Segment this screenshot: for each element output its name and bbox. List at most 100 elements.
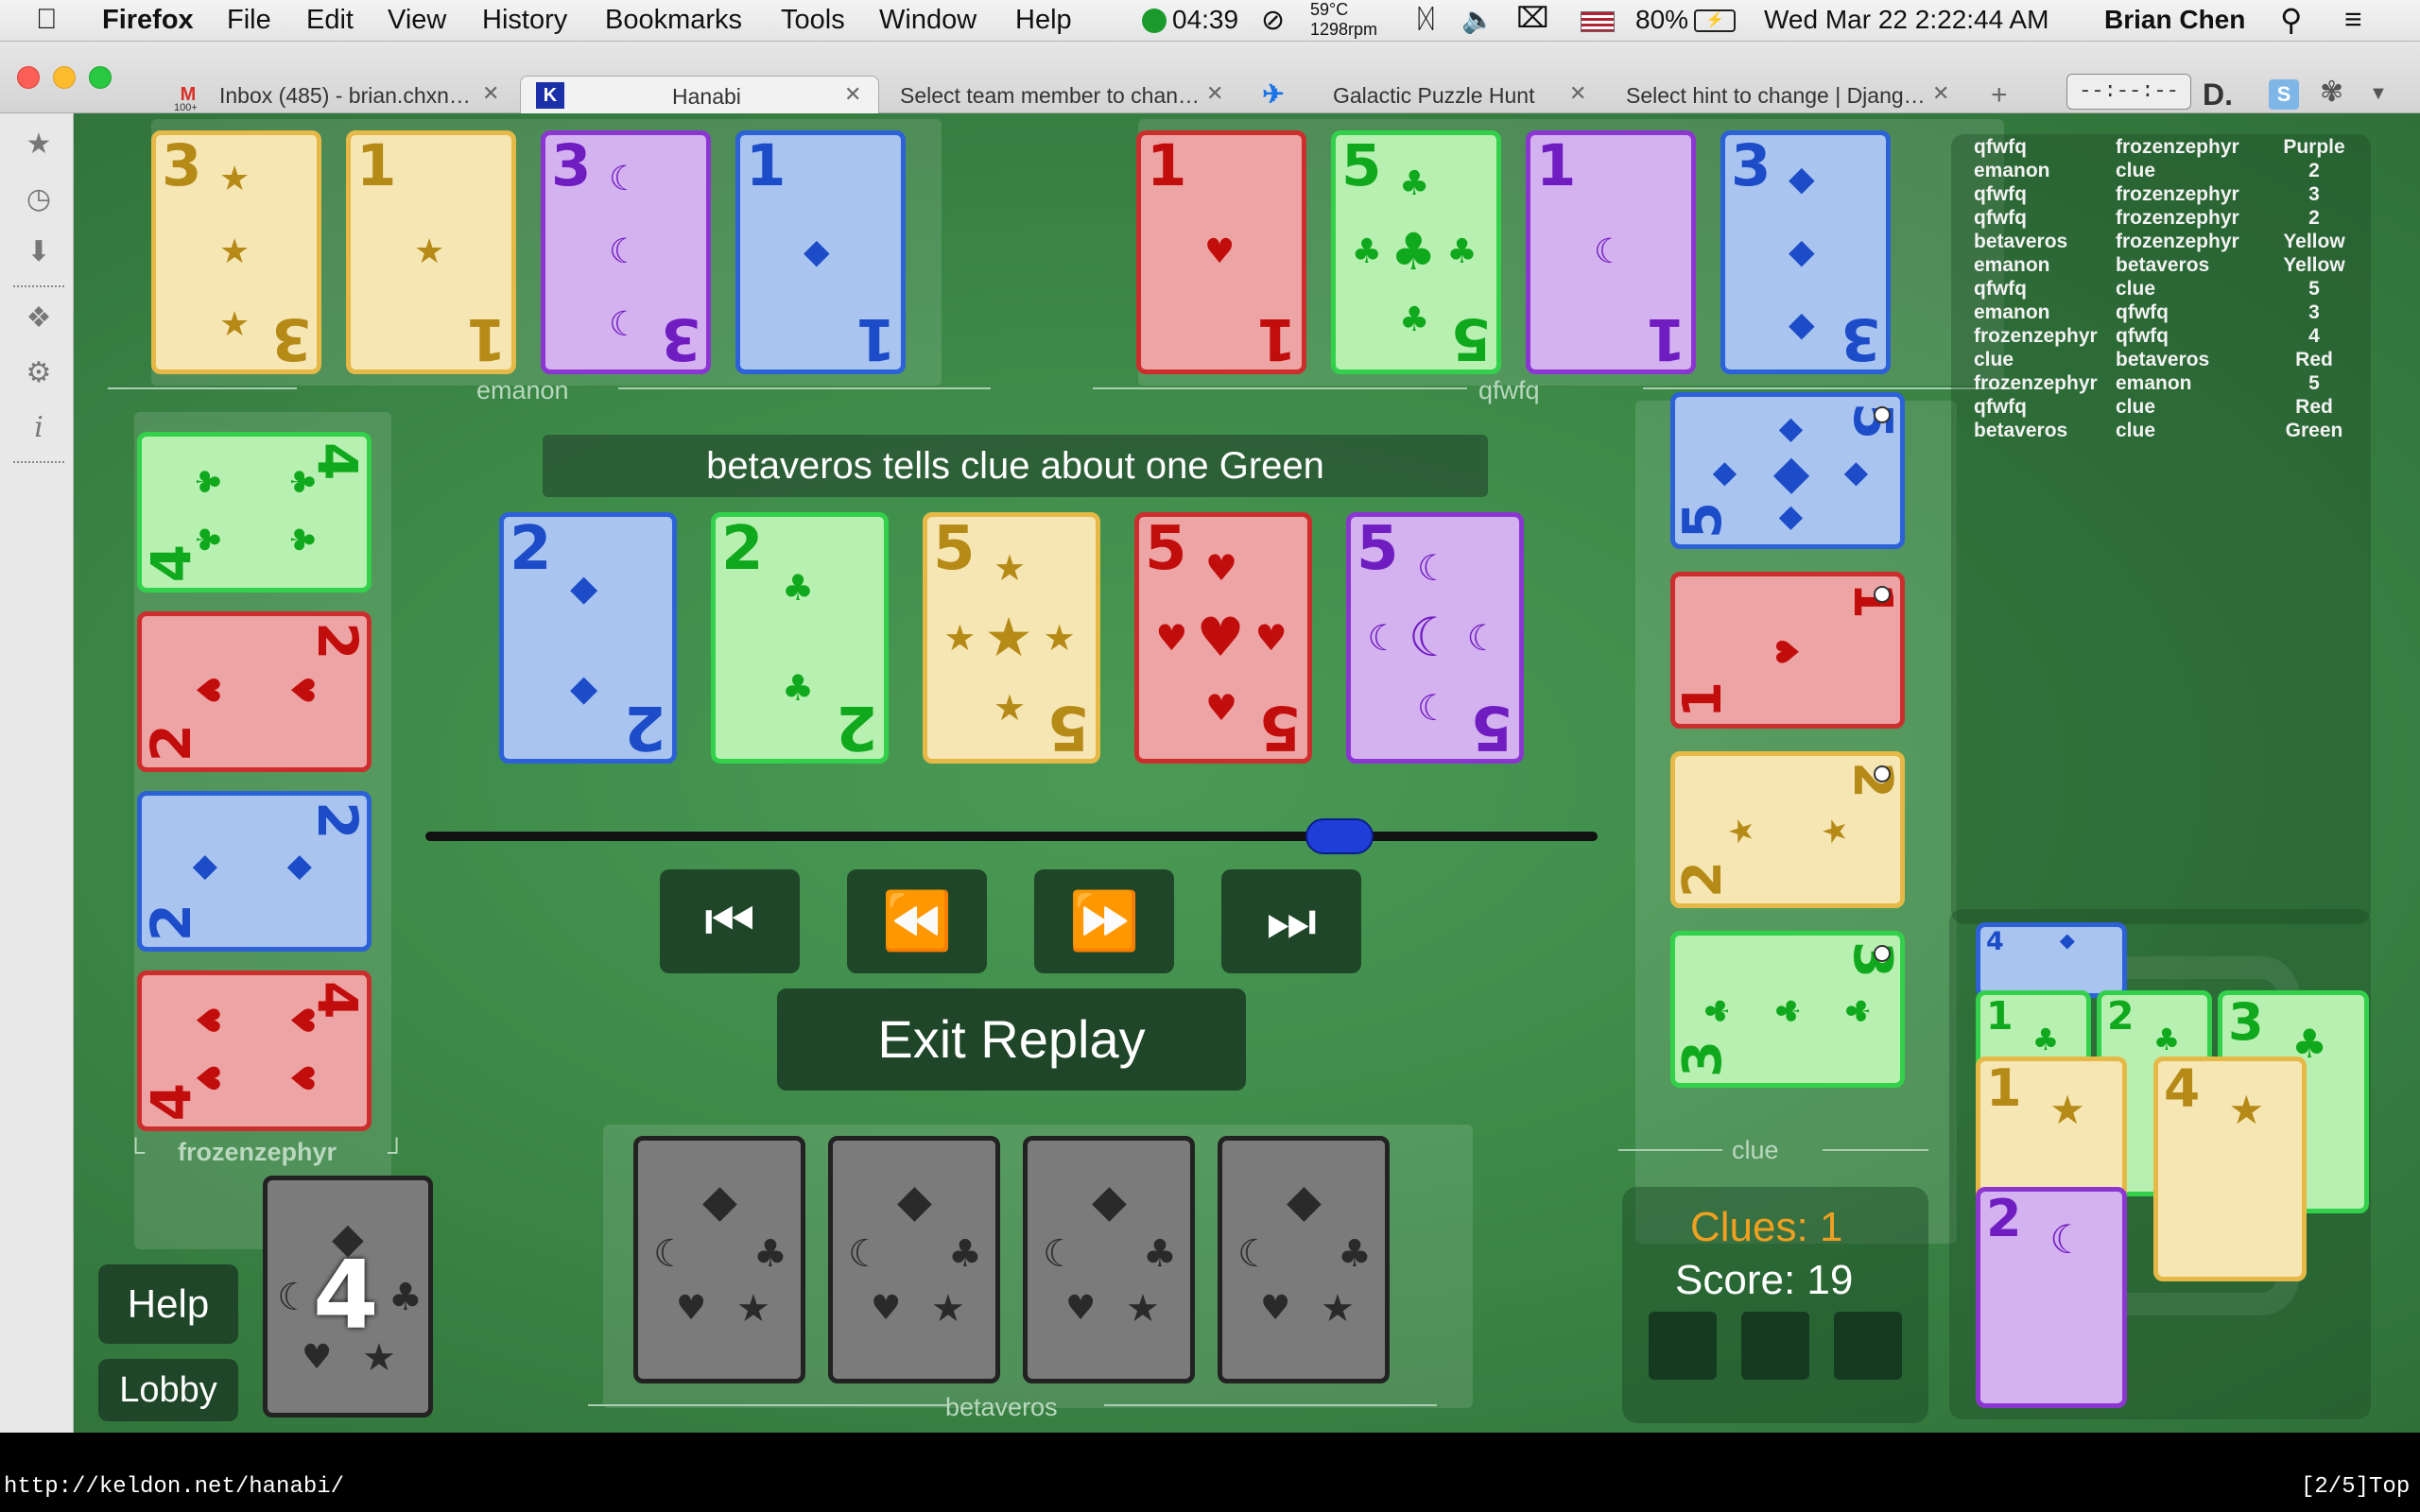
close-tab-icon[interactable]: ✕ <box>844 82 861 107</box>
menu-tools[interactable]: Tools <box>781 5 845 36</box>
step-back-button[interactable]: ⏪ <box>847 869 987 973</box>
spotlight-icon[interactable]: ⚲ <box>2280 2 2302 38</box>
hidden-card[interactable]: ◆ ☾ ♣ ♥ ★ <box>1023 1136 1195 1383</box>
replay-slider-knob[interactable] <box>1305 818 1374 854</box>
info-icon[interactable]: i <box>23 412 55 444</box>
hidden-card[interactable]: ◆ ☾ ♣ ♥ ★ <box>1218 1136 1390 1383</box>
extension-s-icon[interactable]: S <box>2269 79 2299 110</box>
hidden-card[interactable]: ◆ ☾ ♣ ♥ ★ <box>633 1136 805 1383</box>
apple-icon[interactable]:  <box>36 4 58 36</box>
tab-select-team-member[interactable]: Select team member to chan… ✕ <box>889 76 1238 113</box>
close-window-button[interactable] <box>17 66 40 89</box>
history-icon[interactable]: ◷ <box>23 183 55 215</box>
minimize-window-button[interactable] <box>53 66 76 89</box>
card-blue-2[interactable]: 2 2 ◆ ◆ <box>499 512 677 764</box>
card-yellow-2[interactable]: 2 2 ★ ★ <box>1670 751 1905 908</box>
star-icon: ★ <box>414 232 445 271</box>
tab-gmail[interactable]: M 100+ Inbox (485) - brian.chxn… ✕ <box>163 76 512 113</box>
toolbar-clock[interactable]: --:--:-- <box>2066 74 2191 110</box>
card-blue-5[interactable]: 5 5 ◆ ◆ ◆ ◆ ◆ <box>1670 392 1905 549</box>
card-yellow-1[interactable]: 1 1 ★ <box>346 130 516 374</box>
card-purple-3[interactable]: 3 3 ☾ ☾ ☾ <box>541 130 711 374</box>
timer-text[interactable]: 04:39 <box>1172 5 1238 35</box>
log-target: betaveros <box>2116 349 2210 370</box>
flag-icon[interactable] <box>1581 11 1615 32</box>
card-red-2[interactable]: 2 2 ♥ ♥ <box>137 611 372 772</box>
moon-icon: ☾ <box>1417 687 1450 730</box>
close-tab-icon[interactable]: ✕ <box>1569 81 1586 106</box>
card-purple-2[interactable]: 2 ☾ <box>1976 1187 2127 1408</box>
extension-d-icon[interactable]: D. <box>2203 77 2233 112</box>
chevron-down-icon[interactable]: ▼ <box>2369 83 2388 105</box>
card-purple-1[interactable]: 1 1 ☾ <box>1526 130 1696 374</box>
card-red-5[interactable]: 5 5 ♥ ♥ ♥ ♥ ♥ <box>1134 512 1312 764</box>
exit-replay-button[interactable]: Exit Replay <box>777 988 1246 1091</box>
settings-gear-icon[interactable]: ⚙ <box>23 357 55 389</box>
close-tab-icon[interactable]: ✕ <box>1206 81 1223 106</box>
notification-icon[interactable]: ≡ <box>2344 2 2362 37</box>
menu-file[interactable]: File <box>227 5 271 36</box>
card-rank: 2 <box>721 514 764 584</box>
card-green-5[interactable]: 5 5 ♣ ♣ ♣ ♣ ♣ <box>1331 130 1501 374</box>
close-tab-icon[interactable]: ✕ <box>1932 81 1949 106</box>
rewind-to-start-button[interactable]: ⏮ <box>660 869 800 973</box>
menu-bookmarks[interactable]: Bookmarks <box>605 5 742 36</box>
card-purple-5[interactable]: 5 5 ☾ ☾ ☾ ☾ ☾ <box>1346 512 1524 764</box>
menu-help[interactable]: Help <box>1015 5 1072 36</box>
bluetooth-icon[interactable]: ᛞ <box>1418 4 1434 34</box>
tab-label: Select team member to chan… <box>900 83 1201 108</box>
diamond-icon: ◆ <box>1703 462 1741 487</box>
extension-bug-icon[interactable]: ✾ <box>2320 76 2343 109</box>
tab-galactic-puzzle-hunt[interactable]: ✈ Galactic Puzzle Hunt ✕ <box>1248 76 1598 113</box>
user-name[interactable]: Brian Chen <box>2104 5 2245 35</box>
card-yellow-3[interactable]: 3 3 ★ ★ ★ <box>151 130 321 374</box>
card-blue-1[interactable]: 1 1 ◆ <box>735 130 906 374</box>
card-green-2[interactable]: 2 2 ♣ ♣ <box>711 512 889 764</box>
card-rank-inverted: 2 <box>624 692 666 762</box>
addons-icon[interactable]: ❖ <box>23 302 55 335</box>
new-tab-button[interactable]: + <box>1991 79 2008 112</box>
replay-slider[interactable] <box>425 818 1598 854</box>
card-red-4[interactable]: 4 4 ♥ ♥ ♥ ♥ <box>137 971 372 1131</box>
log-value: Yellow <box>2283 254 2345 276</box>
card-green-4[interactable]: 4 4 ♣ ♣ ♣ ♣ <box>137 432 372 593</box>
battery-text[interactable]: 80% <box>1635 5 1688 35</box>
tab-select-hint[interactable]: Select hint to change | Djang… ✕ <box>1607 76 1957 113</box>
battery-icon[interactable]: ⚡ <box>1694 9 1736 32</box>
card-green-3[interactable]: 3 3 ♣ ♣ ♣ <box>1670 931 1905 1088</box>
skip-to-end-button[interactable]: ⏭ <box>1221 869 1361 973</box>
datetime-text[interactable]: Wed Mar 22 2:22:44 AM <box>1764 5 2048 35</box>
menu-window[interactable]: Window <box>879 5 977 36</box>
zoom-window-button[interactable] <box>89 66 112 89</box>
wifi-icon[interactable]: ⌧ <box>1516 2 1549 35</box>
block-icon[interactable]: ⊘ <box>1261 4 1285 37</box>
menu-edit[interactable]: Edit <box>306 5 354 36</box>
log-row: clue betaveros Red <box>1974 349 2371 372</box>
card-rank: 1 <box>1986 993 2014 1039</box>
close-tab-icon[interactable]: ✕ <box>482 81 499 106</box>
step-forward-button[interactable]: ⏩ <box>1034 869 1174 973</box>
moon-icon: ☾ <box>1408 606 1457 669</box>
card-red-1[interactable]: 1 1 ♥ <box>1670 572 1905 729</box>
help-button[interactable]: Help <box>98 1264 238 1344</box>
card-yellow-5[interactable]: 5 5 ★ ★ ★ ★ ★ <box>923 512 1100 764</box>
club-icon: ♣ <box>1338 1232 1372 1276</box>
card-blue-2[interactable]: 2 2 ◆ ◆ <box>137 791 372 952</box>
star-icon: ★ <box>984 606 1033 669</box>
tab-hanabi[interactable]: K Hanabi ✕ <box>520 76 879 113</box>
card-red-1[interactable]: 1 1 ♥ <box>1136 130 1306 374</box>
lobby-button[interactable]: Lobby <box>98 1359 238 1421</box>
card-yellow-4[interactable]: 4 ★ <box>2153 1057 2307 1281</box>
card-blue-3[interactable]: 3 3 ◆ ◆ ◆ <box>1720 130 1891 374</box>
downloads-icon[interactable]: ⬇ <box>23 236 55 268</box>
volume-icon[interactable]: 🔈 <box>1461 4 1495 35</box>
menu-history[interactable]: History <box>482 5 567 36</box>
log-value: 2 <box>2308 207 2320 229</box>
menu-view[interactable]: View <box>388 5 446 36</box>
app-name[interactable]: Firefox <box>102 5 194 36</box>
hidden-card[interactable]: ◆ ☾ ♣ ♥ ★ <box>828 1136 1000 1383</box>
score-count: Score: 19 <box>1675 1257 1854 1303</box>
card-rank-inverted: 3 <box>1841 941 1903 978</box>
bookmarks-icon[interactable]: ★ <box>23 129 55 161</box>
card-blue-4[interactable]: 4 ◆ <box>1976 922 2127 998</box>
